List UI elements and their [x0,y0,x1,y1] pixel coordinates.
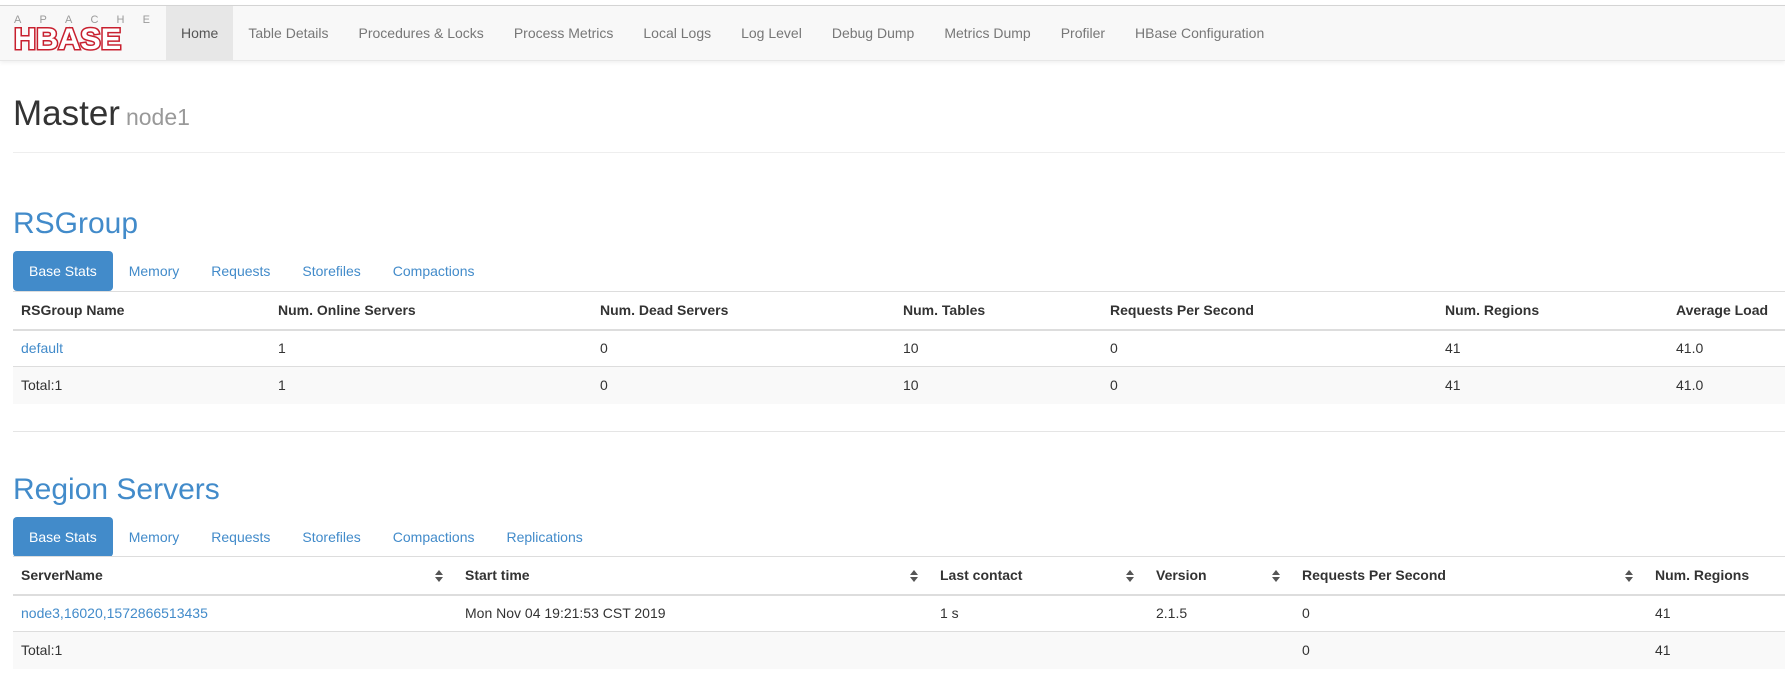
nav-debug-dump[interactable]: Debug Dump [817,6,930,61]
table-cell: 1 [270,329,592,367]
nav-metrics-dump[interactable]: Metrics Dump [929,6,1045,61]
sort-icon[interactable] [910,569,918,583]
rsgroup-tab-base-stats[interactable]: Base Stats [13,251,113,291]
logo-hbase-text: HBASE [12,23,122,56]
table-cell: 41.0 [1668,366,1785,404]
column-header[interactable]: Requests Per Second [1102,291,1437,331]
column-header-start-time[interactable]: Start time [457,556,932,596]
nav-profiler[interactable]: Profiler [1046,6,1120,61]
sort-icon[interactable] [1126,569,1134,583]
server-link[interactable]: node3,16020,1572866513435 [21,605,208,621]
table-total-row: Total:1 0 41 [13,631,1785,669]
rsgroup-tab-memory[interactable]: Memory [113,251,196,291]
rsgroup-table: RSGroup Name Num. Online Servers Num. De… [13,291,1785,404]
sort-icon[interactable] [435,569,443,583]
table-cell: 41.0 [1668,329,1785,367]
nav-table-details[interactable]: Table Details [233,6,343,61]
nav-local-logs[interactable]: Local Logs [628,6,726,61]
rsgroup-tabs: Base Stats Memory Requests Storefiles Co… [13,251,490,291]
sort-icon[interactable] [1625,569,1633,583]
table-cell: 0 [1102,366,1437,404]
column-header[interactable]: Num. Tables [895,291,1102,331]
table-cell: Mon Nov 04 19:21:53 CST 2019 [457,594,932,632]
table-row: default 1 0 10 0 41 41.0 [13,329,1785,367]
table-cell: 0 [592,366,895,404]
table-cell [932,631,1148,669]
rsgroup-link-default[interactable]: default [21,340,63,356]
column-header-servername[interactable]: ServerName [13,556,457,596]
rs-tab-compactions[interactable]: Compactions [377,517,491,557]
page-header: Master node1 [13,90,1785,153]
hbase-logo[interactable]: APACHE HBASE [12,14,150,56]
table-cell: 10 [895,329,1102,367]
table-cell[interactable]: default [13,329,270,367]
rs-tab-requests[interactable]: Requests [195,517,286,557]
column-header[interactable]: Average Load [1668,291,1785,331]
nav-procedures-locks[interactable]: Procedures & Locks [344,6,499,61]
table-cell: 2.1.5 [1148,594,1294,632]
nav-home[interactable]: Home [166,6,234,61]
table-cell: 0 [1294,631,1647,669]
table-cell [457,631,932,669]
rs-tab-replications[interactable]: Replications [490,517,598,557]
rs-tab-memory[interactable]: Memory [113,517,196,557]
nav-log-level[interactable]: Log Level [726,6,817,61]
page-title: Master node1 [13,94,190,133]
table-cell: 0 [1102,329,1437,367]
table-header-row: RSGroup Name Num. Online Servers Num. De… [13,291,1785,331]
nav-hbase-configuration[interactable]: HBase Configuration [1120,6,1279,61]
rs-tab-base-stats[interactable]: Base Stats [13,517,113,557]
column-header-last-contact[interactable]: Last contact [932,556,1148,596]
column-header[interactable]: RSGroup Name [13,291,270,331]
table-cell[interactable]: node3,16020,1572866513435 [13,594,457,632]
column-header-num-regions[interactable]: Num. Regions [1647,556,1785,596]
column-header[interactable]: Num. Online Servers [270,291,592,331]
table-cell: 1 s [932,594,1148,632]
rsgroup-title: RSGroup [13,207,139,240]
table-cell: Total:1 [13,366,270,404]
column-header[interactable]: Num. Regions [1437,291,1668,331]
table-row: node3,16020,1572866513435 Mon Nov 04 19:… [13,594,1785,632]
column-header[interactable]: Num. Dead Servers [592,291,895,331]
table-cell: 41 [1647,594,1785,632]
rsgroup-tab-requests[interactable]: Requests [195,251,286,291]
table-cell: 0 [1294,594,1647,632]
nav-process-metrics[interactable]: Process Metrics [499,6,629,61]
table-cell: Total:1 [13,631,457,669]
table-cell: 1 [270,366,592,404]
section-divider [13,431,1785,432]
page-subtitle: node1 [125,104,190,130]
table-cell: 10 [895,366,1102,404]
rsgroup-tab-storefiles[interactable]: Storefiles [286,251,376,291]
top-navbar: APACHE HBASE Home Table Details Procedur… [0,5,1785,61]
rsgroup-tab-compactions[interactable]: Compactions [377,251,491,291]
region-servers-tabs: Base Stats Memory Requests Storefiles Co… [13,517,599,557]
table-cell: 41 [1647,631,1785,669]
rs-tab-storefiles[interactable]: Storefiles [286,517,376,557]
table-cell: 41 [1437,329,1668,367]
sort-icon[interactable] [1272,569,1280,583]
table-cell [1148,631,1294,669]
table-cell: 0 [592,329,895,367]
column-header-version[interactable]: Version [1148,556,1294,596]
column-header-requests-per-second[interactable]: Requests Per Second [1294,556,1647,596]
region-servers-title: Region Servers [13,473,220,506]
table-header-row: ServerName Start time Last contact Versi… [13,556,1785,596]
region-servers-table: ServerName Start time Last contact Versi… [13,556,1785,669]
nav-list: Home Table Details Procedures & Locks Pr… [166,6,1279,61]
table-total-row: Total:1 1 0 10 0 41 41.0 [13,366,1785,404]
table-cell: 41 [1437,366,1668,404]
